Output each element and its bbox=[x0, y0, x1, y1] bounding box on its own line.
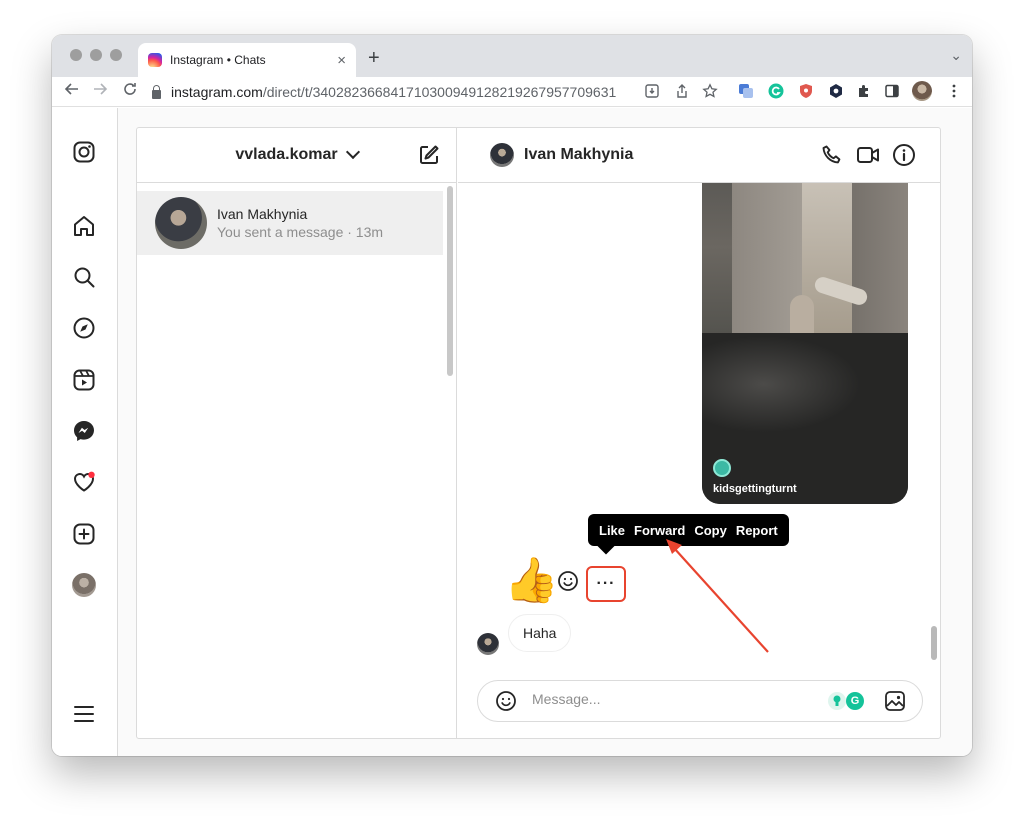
chat-column: Ivan Makhynia kidsgettingturnt Like Forw… bbox=[458, 128, 940, 738]
new-message-icon[interactable] bbox=[418, 144, 440, 171]
translate-extension-icon[interactable] bbox=[738, 83, 754, 99]
inbox-header: vvlada.komar bbox=[137, 128, 456, 183]
profile-avatar[interactable] bbox=[912, 81, 932, 101]
browser-toolbar: instagram.com/direct/t/34028236684171030… bbox=[52, 77, 972, 107]
url-host: instagram.com bbox=[171, 84, 263, 100]
message-actions-menu: Like Forward Copy Report bbox=[588, 514, 789, 546]
inbox-scrollbar[interactable] bbox=[447, 186, 453, 376]
instagram-nav-rail bbox=[52, 108, 118, 756]
url-path: /direct/t/340282366841710300949128219267… bbox=[262, 84, 617, 100]
reload-icon[interactable] bbox=[122, 81, 138, 102]
minimize-window-button[interactable] bbox=[90, 49, 102, 61]
maximize-window-button[interactable] bbox=[110, 49, 122, 61]
messenger-icon[interactable] bbox=[72, 419, 96, 443]
chat-scrollbar[interactable] bbox=[931, 626, 937, 660]
attach-image-icon[interactable] bbox=[884, 690, 906, 712]
bookmark-star-icon[interactable] bbox=[702, 83, 718, 99]
grammarly-extension-icon[interactable] bbox=[768, 83, 784, 99]
thread-list-item[interactable]: Ivan Makhynia You sent a message · 13m bbox=[137, 191, 443, 255]
forward-icon[interactable] bbox=[92, 81, 108, 102]
thumbs-up-message[interactable]: 👍 bbox=[504, 556, 559, 606]
notifications-heart-icon[interactable] bbox=[72, 470, 96, 494]
reels-icon[interactable] bbox=[72, 368, 96, 392]
contact-avatar[interactable] bbox=[490, 143, 514, 167]
install-app-icon[interactable] bbox=[644, 83, 660, 99]
thread-preview: You sent a message · 13m bbox=[217, 224, 384, 240]
explore-compass-icon[interactable] bbox=[72, 316, 96, 340]
profile-avatar-nav[interactable] bbox=[72, 573, 96, 597]
shared-media-username[interactable]: kidsgettingturnt bbox=[713, 483, 797, 495]
incoming-sender-avatar[interactable] bbox=[477, 633, 499, 655]
tab-close-icon[interactable]: × bbox=[337, 52, 346, 69]
account-switcher-label[interactable]: vvlada.komar bbox=[235, 146, 337, 164]
address-bar[interactable]: instagram.com/direct/t/34028236684171030… bbox=[152, 79, 642, 105]
video-frame-blanket bbox=[702, 333, 908, 504]
shared-video-post[interactable]: kidsgettingturnt bbox=[702, 183, 908, 504]
more-vert-icon[interactable] bbox=[946, 83, 962, 99]
browser-tab[interactable]: Instagram • Chats × bbox=[138, 43, 356, 77]
menu-forward[interactable]: Forward bbox=[634, 523, 685, 538]
instagram-logo-icon[interactable] bbox=[72, 140, 96, 164]
message-more-options-button[interactable]: ··· bbox=[586, 566, 626, 602]
create-plus-icon[interactable] bbox=[72, 522, 96, 546]
react-emoji-icon[interactable] bbox=[557, 570, 579, 592]
menu-copy[interactable]: Copy bbox=[694, 523, 727, 538]
shield-extension-icon[interactable] bbox=[798, 83, 814, 99]
shared-media-user-avatar[interactable] bbox=[713, 459, 731, 477]
extensions-puzzle-icon[interactable] bbox=[856, 83, 872, 99]
incoming-message-bubble[interactable]: Haha bbox=[508, 614, 572, 652]
inbox-column: vvlada.komar Ivan Makhynia You sent a me… bbox=[137, 128, 457, 738]
video-call-icon[interactable] bbox=[856, 143, 880, 172]
lock-icon[interactable] bbox=[152, 84, 161, 99]
phone-call-icon[interactable] bbox=[820, 143, 844, 172]
chat-header: Ivan Makhynia bbox=[458, 128, 940, 183]
browser-window: Instagram • Chats × + ⌄ instagram.com/di… bbox=[52, 35, 972, 756]
emoji-picker-icon[interactable] bbox=[495, 690, 517, 712]
instagram-page: vvlada.komar Ivan Makhynia You sent a me… bbox=[52, 108, 972, 756]
share-icon[interactable] bbox=[674, 83, 690, 99]
menu-like[interactable]: Like bbox=[599, 523, 625, 538]
back-icon[interactable] bbox=[64, 81, 80, 102]
tab-search-icon[interactable]: ⌄ bbox=[950, 47, 962, 64]
new-tab-button[interactable]: + bbox=[368, 47, 380, 70]
close-window-button[interactable] bbox=[70, 49, 82, 61]
menu-hamburger-icon[interactable] bbox=[72, 702, 96, 726]
tab-strip: Instagram • Chats × + ⌄ bbox=[52, 35, 972, 77]
thread-text: Ivan Makhynia You sent a message · 13m bbox=[217, 206, 383, 240]
thread-name: Ivan Makhynia bbox=[217, 206, 308, 222]
search-icon[interactable] bbox=[72, 265, 96, 289]
hexagon-extension-icon[interactable] bbox=[828, 83, 844, 99]
conversation-info-icon[interactable] bbox=[892, 143, 916, 172]
chevron-down-icon[interactable] bbox=[345, 144, 360, 160]
message-input[interactable] bbox=[532, 691, 812, 707]
side-panel-icon[interactable] bbox=[884, 83, 900, 99]
grammarly-badge[interactable]: G bbox=[846, 692, 864, 710]
message-composer: G bbox=[477, 680, 923, 722]
menu-report[interactable]: Report bbox=[736, 523, 778, 538]
contact-name[interactable]: Ivan Makhynia bbox=[524, 146, 633, 164]
grammarly-suggestion-icon[interactable] bbox=[828, 692, 846, 710]
direct-panel: vvlada.komar Ivan Makhynia You sent a me… bbox=[136, 127, 941, 739]
instagram-favicon-icon bbox=[148, 53, 162, 67]
tab-title: Instagram • Chats bbox=[170, 53, 266, 67]
thread-avatar bbox=[155, 197, 207, 249]
home-icon[interactable] bbox=[72, 214, 96, 238]
